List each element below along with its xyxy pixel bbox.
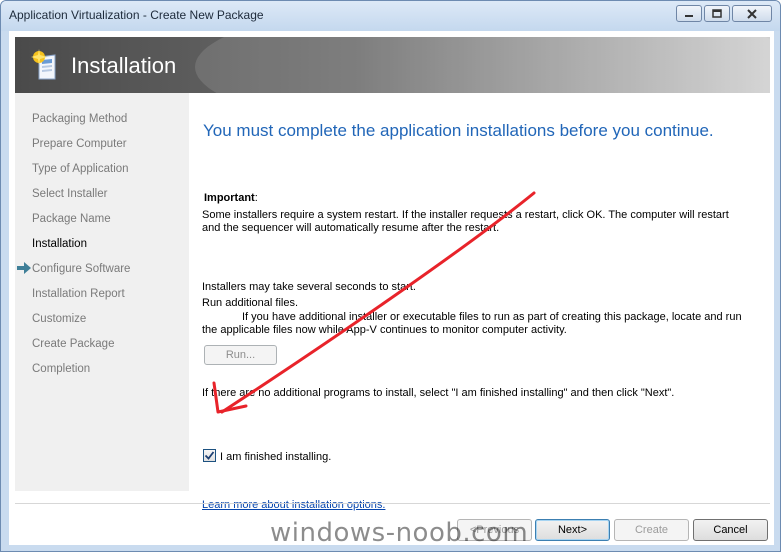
header-banner: Installation [15,37,770,93]
installers-note: Installers may take several seconds to s… [202,281,416,293]
important-label-text: Important [204,192,255,204]
minimize-icon [685,14,693,17]
footer-divider [15,503,770,504]
nav-item-create-package: Create Package [32,338,115,350]
important-text-line2: and the sequencer will automatically res… [202,222,500,234]
learn-more-link[interactable]: Learn more about installation options. [202,499,385,511]
nav-item-installation: Installation [32,238,87,250]
run-additional-heading: Run additional files. [202,297,299,309]
nav-item-package-name: Package Name [32,213,111,225]
nav-item-type-of-application: Type of Application [32,163,129,175]
maximize-icon [712,9,722,18]
no-programs-instruction: If there are no additional programs to i… [202,387,675,399]
nav-item-customize: Customize [32,313,87,325]
minimize-button[interactable] [676,5,702,22]
run-additional-line2: the applicable files now while App-V con… [202,324,567,336]
nav-item-select-installer: Select Installer [32,188,108,200]
create-button[interactable]: Create [614,519,689,541]
wizard-nav: Packaging Method Prepare Computer Type o… [15,93,189,491]
page-title: Installation [71,53,177,78]
watermark: windows-noob.com [270,518,529,548]
cancel-button[interactable]: Cancel [693,519,768,541]
nav-item-completion: Completion [32,363,91,375]
important-colon: : [254,192,258,204]
installation-icon [31,49,56,80]
important-text-line1: Some installers require a system restart… [202,209,729,221]
close-icon [747,8,757,19]
current-step-arrow-icon [17,262,31,274]
checkmark-icon [204,451,215,460]
finished-installing-checkbox[interactable] [203,449,216,462]
important-label: Important: [204,192,258,204]
nav-item-packaging-method: Packaging Method [32,113,128,125]
window-title: Application Virtualization - Create New … [9,8,264,22]
wizard-window: Application Virtualization - Create New … [0,0,781,552]
main-content: You must complete the application instal… [189,93,770,511]
window-controls [676,5,772,22]
next-button[interactable]: Next> [535,519,610,541]
title-bar[interactable]: Application Virtualization - Create New … [1,1,780,31]
instruction-headline: You must complete the application instal… [203,121,714,140]
run-button[interactable]: Run... [204,345,277,365]
nav-item-installation-report: Installation Report [32,288,125,300]
finished-installing-label[interactable]: I am finished installing. [220,451,331,463]
client-area: Installation Packaging Method Prepare Co… [9,31,774,545]
nav-item-configure-software: Configure Software [32,263,131,275]
maximize-button[interactable] [704,5,730,22]
nav-item-prepare-computer: Prepare Computer [32,138,127,150]
run-additional-line1: If you have additional installer or exec… [242,311,742,323]
close-button[interactable] [732,5,772,22]
